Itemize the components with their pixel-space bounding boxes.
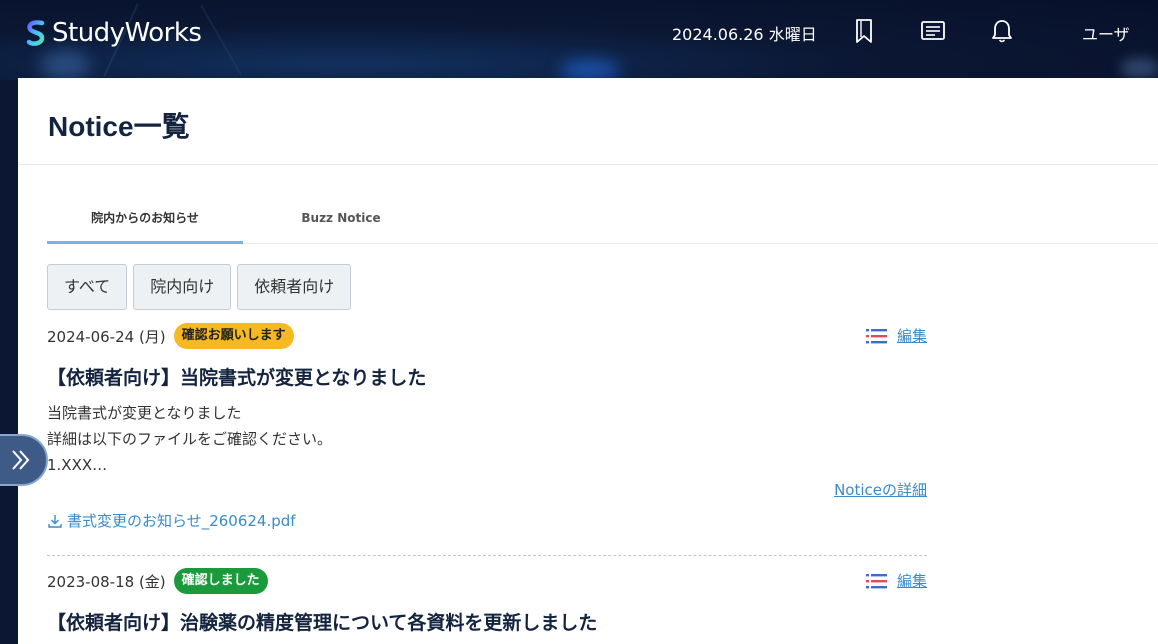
notice-separator xyxy=(47,555,927,556)
tab-buzz-notice[interactable]: Buzz Notice xyxy=(243,198,439,244)
filter-in-hospital-button[interactable]: 院内向け xyxy=(133,264,232,310)
app-logo[interactable]: StudyWorks xyxy=(26,18,202,48)
download-icon xyxy=(48,514,62,528)
filter-group: すべて 院内向け 依頼者向け xyxy=(47,264,352,310)
tab-in-hospital[interactable]: 院内からのお知らせ xyxy=(47,198,243,244)
edit-label: 編集 xyxy=(896,572,927,590)
page-title: Notice一覧 xyxy=(48,111,190,142)
notice-meta: 2024-06-24 (月) 確認お願いします xyxy=(47,322,927,350)
list-icon xyxy=(865,572,888,590)
notice-detail-link[interactable]: Noticeの詳細 xyxy=(834,479,927,500)
notice-item: 2024-06-24 (月) 確認お願いします 編集 【依頼者向け】当院書式が変… xyxy=(47,322,927,532)
filter-all-button[interactable]: すべて xyxy=(47,264,128,310)
double-chevron-right-icon xyxy=(12,450,30,470)
title-divider xyxy=(18,164,1158,165)
list-icon xyxy=(865,327,888,345)
notice-date: 2024-06-24 (月) xyxy=(47,327,166,346)
attachment-filename: 書式変更のお知らせ_260624.pdf xyxy=(67,512,296,530)
notice-date: 2023-08-18 (金) xyxy=(47,572,166,591)
notice-body-line: 詳細は以下のファイルをご確認ください。 xyxy=(47,430,333,448)
notice-item: 2023-08-18 (金) 確認しました 編集 【依頼者向け】治験薬の精度管理… xyxy=(47,567,927,644)
main-card: Notice一覧 院内からのお知らせ Buzz Notice すべて 院内向け … xyxy=(18,78,1158,644)
app-header: StudyWorks 2024.06.26 水曜日 ユーザ xyxy=(0,0,1158,80)
edit-link[interactable]: 編集 xyxy=(865,570,927,591)
bookmark-icon[interactable] xyxy=(851,18,877,44)
filter-requester-button[interactable]: 依頼者向け xyxy=(237,264,352,310)
notice-title[interactable]: 【依頼者向け】治験薬の精度管理について各資料を更新しました xyxy=(47,608,927,635)
notice-meta: 2023-08-18 (金) 確認しました xyxy=(47,567,927,595)
status-badge: 確認お願いします xyxy=(173,323,294,349)
status-badge: 確認しました xyxy=(173,568,268,594)
edit-link[interactable]: 編集 xyxy=(865,325,927,346)
logo-text: StudyWorks xyxy=(52,18,202,48)
current-date: 2024.06.26 水曜日 xyxy=(672,25,817,44)
user-menu[interactable]: ユーザ xyxy=(1082,21,1130,45)
message-icon[interactable] xyxy=(920,18,946,44)
attachment-link[interactable]: 書式変更のお知らせ_260624.pdf xyxy=(47,510,296,531)
notice-body: 当院書式が変更となりました 詳細は以下のファイルをご確認ください。 1.XXX… xyxy=(47,400,927,478)
logo-mark-icon xyxy=(26,19,46,47)
notice-body-line: 当院書式が変更となりました xyxy=(47,404,242,422)
bell-icon[interactable] xyxy=(989,18,1015,44)
tab-bar: 院内からのお知らせ Buzz Notice xyxy=(47,198,1158,244)
notice-body-line: 1.XXX… xyxy=(47,456,108,474)
notice-title[interactable]: 【依頼者向け】当院書式が変更となりました xyxy=(47,363,927,390)
edit-label: 編集 xyxy=(896,327,927,345)
